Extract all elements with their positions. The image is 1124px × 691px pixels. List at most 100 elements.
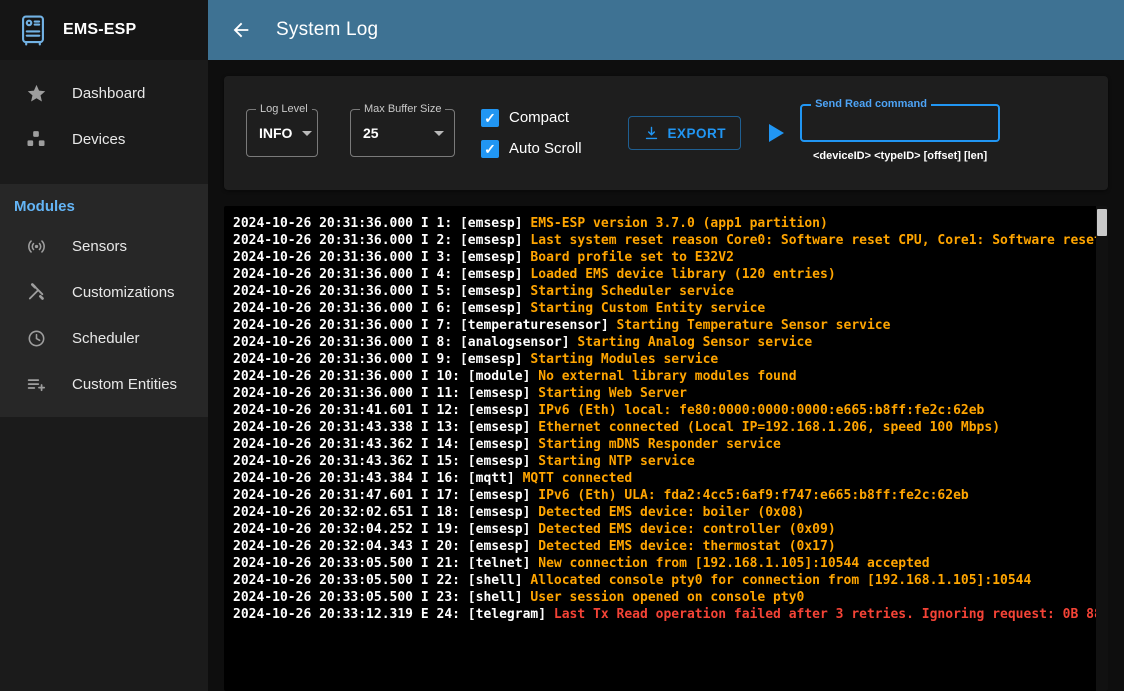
sidebar-header: EMS-ESP	[0, 0, 208, 60]
log-line-prefix: 2024-10-26 20:31:36.000 I 6: [emsesp]	[233, 301, 530, 316]
log-line-message: Loaded EMS device library (120 entries)	[530, 267, 835, 282]
send-read-input[interactable]	[802, 106, 998, 140]
sensors-icon	[24, 236, 48, 257]
log-line-prefix: 2024-10-26 20:33:05.500 I 23: [shell]	[233, 590, 530, 605]
log-line-prefix: 2024-10-26 20:31:36.000 I 10: [module]	[233, 369, 538, 384]
log-line: 2024-10-26 20:31:43.362 I 14: [emsesp] S…	[233, 436, 1092, 453]
log-console[interactable]: 2024-10-26 20:31:36.000 I 1: [emsesp] EM…	[224, 206, 1108, 691]
log-line-prefix: 2024-10-26 20:32:04.343 I 20: [emsesp]	[233, 539, 538, 554]
log-line-prefix: 2024-10-26 20:31:36.000 I 1: [emsesp]	[233, 216, 530, 231]
back-button[interactable]	[226, 15, 256, 45]
app-title: EMS-ESP	[63, 21, 136, 39]
log-line-prefix: 2024-10-26 20:31:36.000 I 9: [emsesp]	[233, 352, 530, 367]
log-line: 2024-10-26 20:33:05.500 I 22: [shell] Al…	[233, 572, 1092, 589]
log-line: 2024-10-26 20:31:36.000 I 3: [emsesp] Bo…	[233, 249, 1092, 266]
sidebar-item-label: Customizations	[72, 284, 175, 301]
log-line: 2024-10-26 20:31:36.000 I 5: [emsesp] St…	[233, 283, 1092, 300]
log-line-message: IPv6 (Eth) local: fe80:0000:0000:0000:e6…	[538, 403, 984, 418]
log-line: 2024-10-26 20:31:43.384 I 16: [mqtt] MQT…	[233, 470, 1092, 487]
log-line-message: User session opened on console pty0	[530, 590, 804, 605]
log-scrollbar-track[interactable]	[1096, 206, 1108, 691]
log-line: 2024-10-26 20:31:36.000 I 4: [emsesp] Lo…	[233, 266, 1092, 283]
arrow-back-icon	[230, 19, 252, 41]
log-line: 2024-10-26 20:32:04.343 I 20: [emsesp] D…	[233, 538, 1092, 555]
sidebar-item-custom-entities[interactable]: Custom Entities	[0, 361, 208, 407]
log-line-message: New connection from [192.168.1.105]:1054…	[538, 556, 929, 571]
log-line-prefix: 2024-10-26 20:31:36.000 I 7: [temperatur…	[233, 318, 617, 333]
log-line: 2024-10-26 20:33:05.500 I 21: [telnet] N…	[233, 555, 1092, 572]
send-play-icon[interactable]	[769, 124, 784, 142]
log-line-message: Ethernet connected (Local IP=192.168.1.2…	[538, 420, 1000, 435]
log-line-message: Starting Custom Entity service	[530, 301, 765, 316]
log-line-message: Detected EMS device: controller (0x09)	[538, 522, 835, 537]
sidebar-item-label: Custom Entities	[72, 376, 177, 393]
log-line: 2024-10-26 20:31:47.601 I 17: [emsesp] I…	[233, 487, 1092, 504]
log-line: 2024-10-26 20:31:36.000 I 10: [module] N…	[233, 368, 1092, 385]
compact-checkbox[interactable]: ✓ Compact	[481, 109, 582, 127]
log-line-message: IPv6 (Eth) ULA: fda2:4cc5:6af9:f747:e665…	[538, 488, 968, 503]
log-line-prefix: 2024-10-26 20:31:43.362 I 14: [emsesp]	[233, 437, 538, 452]
log-line-message: Starting mDNS Responder service	[538, 437, 781, 452]
send-read-label: Send Read command	[811, 98, 931, 110]
log-line-prefix: 2024-10-26 20:33:12.319 E 24: [telegram]	[233, 607, 554, 622]
devices-icon	[24, 129, 48, 149]
send-read-field: Send Read command	[800, 104, 1000, 142]
sidebar-item-dashboard[interactable]: Dashboard	[0, 70, 208, 116]
log-line-message: Starting Modules service	[530, 352, 718, 367]
page-title: System Log	[276, 19, 378, 41]
log-line: 2024-10-26 20:31:36.000 I 6: [emsesp] St…	[233, 300, 1092, 317]
log-line-prefix: 2024-10-26 20:31:36.000 I 8: [analogsens…	[233, 335, 577, 350]
sidebar-item-devices[interactable]: Devices	[0, 116, 208, 162]
sidebar-nav: Dashboard Devices	[0, 60, 208, 162]
checkbox-check-icon: ✓	[481, 109, 499, 127]
log-line-message: Allocated console pty0 for connection fr…	[530, 573, 1031, 588]
sidebar: EMS-ESP Dashboard De	[0, 0, 208, 691]
log-line: 2024-10-26 20:32:04.252 I 19: [emsesp] D…	[233, 521, 1092, 538]
log-line-prefix: 2024-10-26 20:33:05.500 I 22: [shell]	[233, 573, 530, 588]
max-buffer-size-select[interactable]: Max Buffer Size 25	[350, 109, 455, 157]
log-line-message: Starting Web Server	[538, 386, 687, 401]
log-line-prefix: 2024-10-26 20:31:36.000 I 5: [emsesp]	[233, 284, 530, 299]
checkbox-check-icon: ✓	[481, 140, 499, 158]
log-line-message: MQTT connected	[523, 471, 633, 486]
sidebar-item-label: Dashboard	[72, 85, 145, 102]
sidebar-item-customizations[interactable]: Customizations	[0, 269, 208, 315]
log-line: 2024-10-26 20:31:36.000 I 11: [emsesp] S…	[233, 385, 1092, 402]
log-line-prefix: 2024-10-26 20:31:36.000 I 3: [emsesp]	[233, 250, 530, 265]
log-controls-card: Log Level INFO Max Buffer Size 25 ✓ Comp…	[224, 76, 1108, 190]
auto-scroll-label: Auto Scroll	[509, 140, 582, 157]
log-line: 2024-10-26 20:33:05.500 I 23: [shell] Us…	[233, 589, 1092, 606]
log-line-message: Detected EMS device: thermostat (0x17)	[538, 539, 835, 554]
log-line-prefix: 2024-10-26 20:31:36.000 I 4: [emsesp]	[233, 267, 530, 282]
log-line: 2024-10-26 20:31:43.338 I 13: [emsesp] E…	[233, 419, 1092, 436]
log-level-select[interactable]: Log Level INFO	[246, 109, 318, 157]
log-line-message: Starting Scheduler service	[530, 284, 734, 299]
log-line-prefix: 2024-10-26 20:31:36.000 I 2: [emsesp]	[233, 233, 530, 248]
log-line-message: No external library modules found	[538, 369, 796, 384]
app-root: EMS-ESP Dashboard De	[0, 0, 1124, 691]
auto-scroll-checkbox[interactable]: ✓ Auto Scroll	[481, 140, 582, 158]
send-read-group: Send Read command <deviceID> <typeID> [o…	[800, 104, 1000, 162]
sidebar-item-scheduler[interactable]: Scheduler	[0, 315, 208, 361]
log-line-message: EMS-ESP version 3.7.0 (app1 partition)	[530, 216, 827, 231]
log-line: 2024-10-26 20:31:36.000 I 2: [emsesp] La…	[233, 232, 1092, 249]
log-line-message: Board profile set to E32V2	[530, 250, 734, 265]
chevron-down-icon	[434, 131, 444, 136]
log-options: ✓ Compact ✓ Auto Scroll	[481, 109, 582, 158]
max-buffer-size-value: 25	[363, 125, 379, 141]
export-button[interactable]: EXPORT	[628, 116, 742, 150]
sidebar-item-sensors[interactable]: Sensors	[0, 223, 208, 269]
log-level-value: INFO	[259, 125, 292, 141]
log-line: 2024-10-26 20:32:02.651 I 18: [emsesp] D…	[233, 504, 1092, 521]
modules-header: Modules	[0, 188, 208, 223]
log-line: 2024-10-26 20:31:36.000 I 7: [temperatur…	[233, 317, 1092, 334]
log-line-message: Last Tx Read operation failed after 3 re…	[554, 607, 1102, 622]
log-line: 2024-10-26 20:31:41.601 I 12: [emsesp] I…	[233, 402, 1092, 419]
log-line-message: Starting NTP service	[538, 454, 695, 469]
playlist-add-icon	[24, 374, 48, 395]
log-line-message: Starting Analog Sensor service	[577, 335, 812, 350]
log-line-prefix: 2024-10-26 20:31:43.362 I 15: [emsesp]	[233, 454, 538, 469]
log-line-prefix: 2024-10-26 20:33:05.500 I 21: [telnet]	[233, 556, 538, 571]
export-button-label: EXPORT	[668, 126, 727, 141]
log-scrollbar-thumb[interactable]	[1097, 209, 1107, 236]
